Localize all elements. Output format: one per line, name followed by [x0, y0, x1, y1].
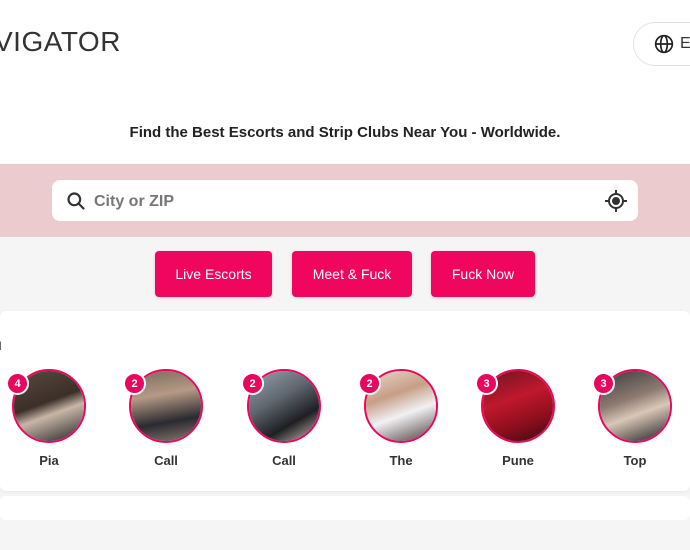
story-item[interactable]: 4 Pia [6, 369, 90, 468]
story-item[interactable]: 2 Call [123, 369, 207, 468]
story-item[interactable]: 2 Call [241, 369, 325, 468]
story-count-badge: 2 [123, 372, 146, 395]
site-logo[interactable]: VIGATOR [0, 26, 121, 58]
search-band [0, 164, 690, 237]
search-input[interactable] [92, 188, 586, 215]
tagline: Find the Best Escorts and Strip Clubs Ne… [129, 124, 561, 141]
story-name: Pia [39, 453, 59, 468]
story-count-badge: 2 [358, 372, 381, 395]
story-item[interactable]: 2 The [358, 369, 442, 468]
language-button[interactable]: E [633, 22, 690, 66]
search-box[interactable] [52, 180, 638, 221]
search-icon [67, 192, 85, 210]
globe-icon [654, 34, 674, 54]
header: VIGATOR E [0, 0, 690, 92]
tagline-section: Find the Best Escorts and Strip Clubs Ne… [0, 92, 690, 164]
language-label: E [680, 35, 690, 52]
stories-title: u [0, 337, 2, 355]
locate-icon[interactable] [604, 189, 628, 213]
story-count-badge: 4 [6, 372, 29, 395]
story-name: Top [623, 453, 647, 468]
story-name: Call [272, 453, 296, 468]
story-name: The [389, 453, 413, 468]
story-name: Call [154, 453, 178, 468]
story-count-badge: 3 [592, 372, 615, 395]
story-item[interactable]: 3 Top [592, 369, 676, 468]
category-buttons: Live Escorts Meet & Fuck Fuck Now [0, 251, 690, 297]
story-item[interactable]: 3 Pune [475, 369, 559, 468]
meet-and-fuck-button[interactable]: Meet & Fuck [292, 251, 412, 297]
live-escorts-button[interactable]: Live Escorts [155, 251, 272, 297]
story-name: Pune [502, 453, 534, 468]
next-section-card [0, 496, 690, 520]
stories-card: u 4 Pia 2 Call 2 Call [0, 311, 690, 491]
story-count-badge: 2 [241, 372, 264, 395]
fuck-now-button[interactable]: Fuck Now [431, 251, 535, 297]
story-count-badge: 3 [475, 372, 498, 395]
